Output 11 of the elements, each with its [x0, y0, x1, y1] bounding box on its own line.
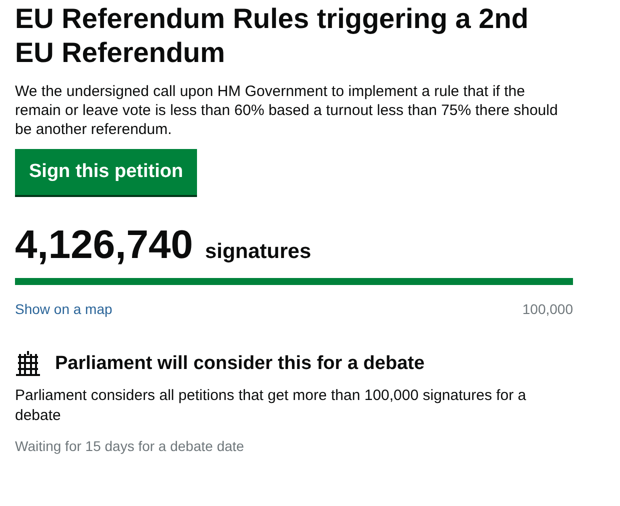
- portcullis-icon: [15, 350, 41, 377]
- debate-heading: Parliament will consider this for a debate: [55, 352, 425, 376]
- debate-description: Parliament considers all petitions that get more than 100,000 signatures for a debate: [15, 386, 528, 426]
- signatures-label: signatures: [204, 239, 312, 265]
- show-on-map-link[interactable]: Show on a map: [15, 298, 112, 320]
- petition-title: EU Referendum Rules triggering a 2nd EU Referendum: [15, 2, 530, 70]
- threshold-label: 100,000: [522, 300, 573, 318]
- sign-petition-button[interactable]: Sign this petition: [15, 149, 198, 195]
- petition-description: We the undersigned call upon HM Government to implement a rule that if the remain or leave vote is less than 60% based a turnout less than 75% there should be another referendum.: [15, 82, 559, 139]
- debate-status: Waiting for 15 days for a debate date: [15, 437, 246, 456]
- signature-count: 4,126,740: [15, 223, 193, 267]
